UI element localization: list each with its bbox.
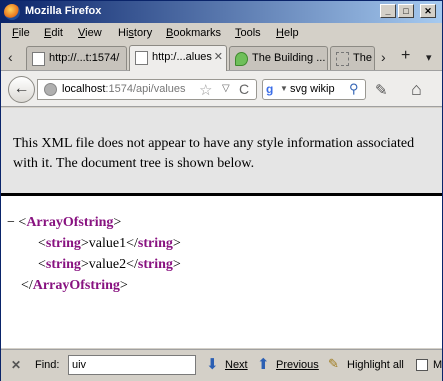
page-icon: [32, 52, 45, 66]
tab-scroll-right-button[interactable]: ›: [381, 49, 386, 65]
xml-root-open: − <ArrayOfstring>: [7, 215, 122, 230]
maximize-button[interactable]: □: [398, 4, 414, 18]
find-next-button[interactable]: Next: [225, 359, 248, 371]
navigation-bar: ← localhost:1574/api/values ☆ ▽ C g ▼ sv…: [1, 71, 442, 107]
window-title: Mozilla Firefox: [25, 5, 102, 17]
tab-scroll-left-button[interactable]: ‹: [8, 49, 13, 65]
menu-edit[interactable]: Edit: [44, 27, 63, 39]
tab-the-building[interactable]: The Building ...: [229, 46, 328, 70]
highlight-all-button[interactable]: Highlight all: [347, 359, 404, 371]
menu-bar: File Edit View History Bookmarks Tools H…: [1, 23, 442, 43]
search-engine-dropdown-icon[interactable]: ▼: [280, 84, 288, 93]
close-window-button[interactable]: ✕: [420, 4, 436, 18]
find-previous-button[interactable]: Previous: [276, 359, 319, 371]
xml-notice-banner: This XML file does not appear to have an…: [1, 108, 442, 196]
menu-bookmarks[interactable]: Bookmarks: [166, 27, 221, 39]
home-icon[interactable]: ⌂: [411, 79, 422, 100]
reload-icon[interactable]: C: [239, 81, 249, 97]
addon-icon[interactable]: ✎: [375, 81, 388, 99]
back-button[interactable]: ←: [8, 76, 35, 103]
find-bar: ✕ Find: ⬇ Next ⬆ Previous ✎ Highlight al…: [1, 349, 442, 381]
tab-bar: ‹ http://...t:1574/ http:/...alues ✕ The…: [1, 43, 442, 71]
search-bar[interactable]: g ▼ svg wikip ⚲: [262, 79, 366, 100]
menu-history[interactable]: History: [118, 27, 152, 39]
tab-label: http:/...alues: [152, 51, 212, 63]
tab-api-values[interactable]: http:/...alues ✕: [129, 45, 227, 71]
minimize-button[interactable]: _: [380, 4, 396, 18]
xml-string-node: <string>value1</string>: [38, 236, 181, 251]
highlighter-icon: ✎: [328, 356, 339, 371]
xml-notice-text: This XML file does not appear to have an…: [13, 136, 415, 171]
title-bar: Mozilla Firefox _ □ ✕: [1, 1, 442, 23]
tab-localhost-root[interactable]: http://...t:1574/: [26, 46, 127, 70]
globe-icon: [44, 83, 57, 96]
xml-string-node: <string>value2</string>: [38, 257, 181, 272]
menu-file[interactable]: File: [12, 27, 30, 39]
collapse-toggle[interactable]: −: [7, 215, 15, 230]
url-bar[interactable]: localhost:1574/api/values ☆ ▽ C: [37, 79, 257, 100]
blank-page-icon: [336, 52, 349, 66]
menu-help[interactable]: Help: [276, 27, 299, 39]
google-icon[interactable]: g: [266, 82, 273, 96]
page-content: This XML file does not appear to have an…: [1, 108, 442, 348]
speech-bubble-icon: [235, 52, 248, 66]
page-icon: [135, 51, 148, 65]
find-input[interactable]: [68, 355, 196, 375]
tab-the[interactable]: The: [330, 46, 375, 70]
match-case-checkbox[interactable]: [416, 359, 428, 371]
history-dropdown-icon[interactable]: ▽: [222, 83, 230, 94]
browser-window: Mozilla Firefox _ □ ✕ File Edit View His…: [0, 0, 443, 381]
tab-label: The Building ...: [252, 52, 326, 64]
search-icon[interactable]: ⚲: [349, 81, 359, 97]
new-tab-button[interactable]: +: [401, 47, 410, 65]
list-all-tabs-button[interactable]: ▾: [426, 51, 432, 64]
find-label: Find:: [35, 359, 60, 371]
firefox-logo-icon: [4, 4, 20, 20]
close-findbar-icon[interactable]: ✕: [11, 358, 21, 372]
close-tab-icon[interactable]: ✕: [214, 50, 223, 63]
tab-label: The: [353, 52, 372, 64]
xml-root-close: </ArrayOfstring>: [21, 278, 128, 293]
url-text[interactable]: localhost:1574/api/values: [62, 83, 186, 95]
menu-tools[interactable]: Tools: [235, 27, 261, 39]
arrow-down-icon[interactable]: ⬇: [206, 355, 219, 373]
menu-view[interactable]: View: [78, 27, 102, 39]
tab-label: http://...t:1574/: [49, 52, 120, 64]
arrow-up-icon[interactable]: ⬆: [257, 355, 270, 373]
search-input[interactable]: svg wikip: [290, 83, 335, 95]
match-case-label: M: [433, 359, 443, 371]
bookmark-star-icon[interactable]: ☆: [199, 81, 212, 99]
